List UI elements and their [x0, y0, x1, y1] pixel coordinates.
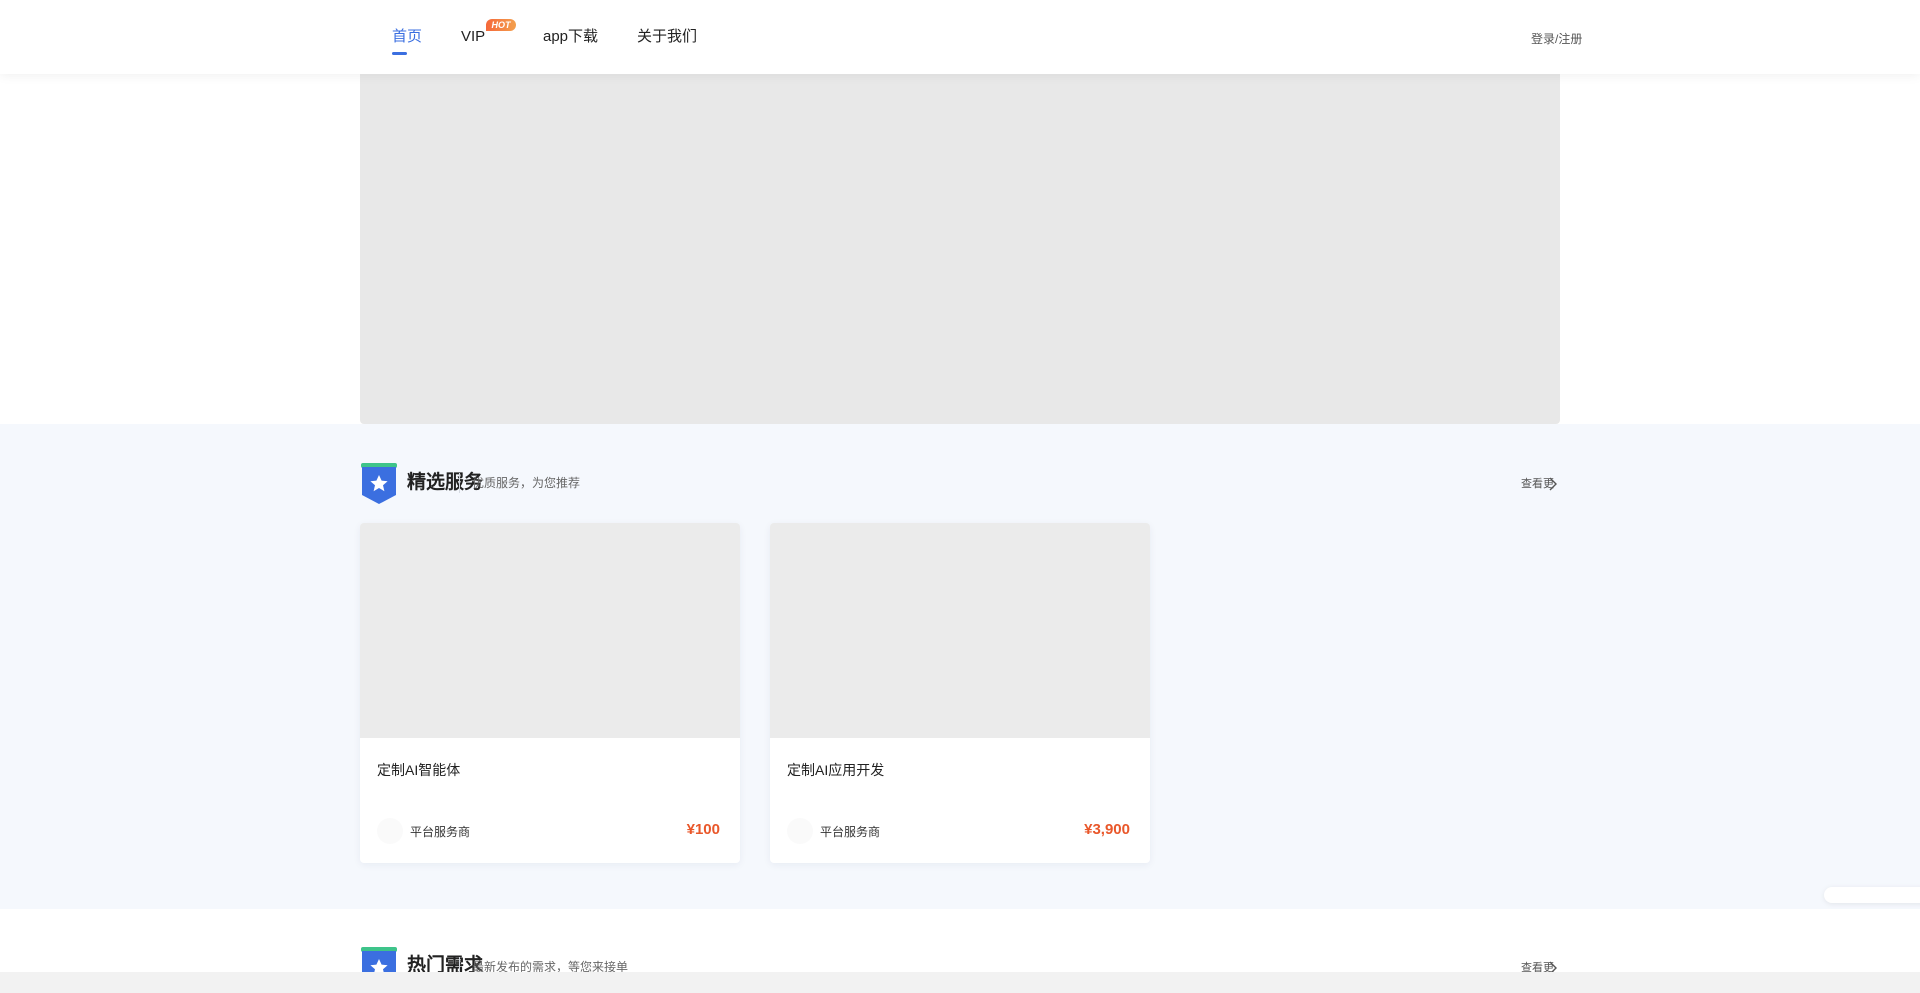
card-price: ¥100 [686, 821, 720, 838]
nav-item-about[interactable]: 关于我们 [637, 28, 697, 46]
nav-item-app-download[interactable]: app下载 [543, 28, 598, 46]
floating-side-widget[interactable] [1824, 887, 1920, 903]
nav-item-home[interactable]: 首页 [392, 28, 422, 46]
star-badge-icon [361, 463, 397, 504]
card-seller: 平台服务商 [820, 825, 881, 839]
section-subtitle: 优质服务，为您推荐 [472, 476, 581, 490]
hot-badge: HOT [486, 19, 516, 31]
bottom-strip [0, 972, 1920, 993]
card-seller: 平台服务商 [410, 825, 471, 839]
card-price: ¥3,900 [1084, 821, 1130, 838]
service-card[interactable]: 定制AI智能体 平台服务商 ¥100 [360, 523, 740, 863]
nav-item-vip[interactable]: VIP [461, 28, 485, 46]
card-thumbnail [360, 523, 740, 738]
seller-avatar [377, 818, 403, 844]
service-card[interactable]: 定制AI应用开发 平台服务商 ¥3,900 [770, 523, 1150, 863]
card-thumbnail [770, 523, 1150, 738]
seller-avatar [787, 818, 813, 844]
top-navigation-bar: 首页 VIP HOT app下载 关于我们 登录/注册 [0, 0, 1920, 74]
hero-banner[interactable] [360, 74, 1560, 424]
chevron-right-icon[interactable] [1549, 477, 1557, 491]
login-register-link[interactable]: 登录/注册 [1531, 30, 1582, 47]
card-title: 定制AI智能体 [377, 762, 461, 778]
section-divider [459, 473, 460, 493]
card-title: 定制AI应用开发 [787, 762, 885, 778]
nav-active-indicator [392, 52, 407, 55]
